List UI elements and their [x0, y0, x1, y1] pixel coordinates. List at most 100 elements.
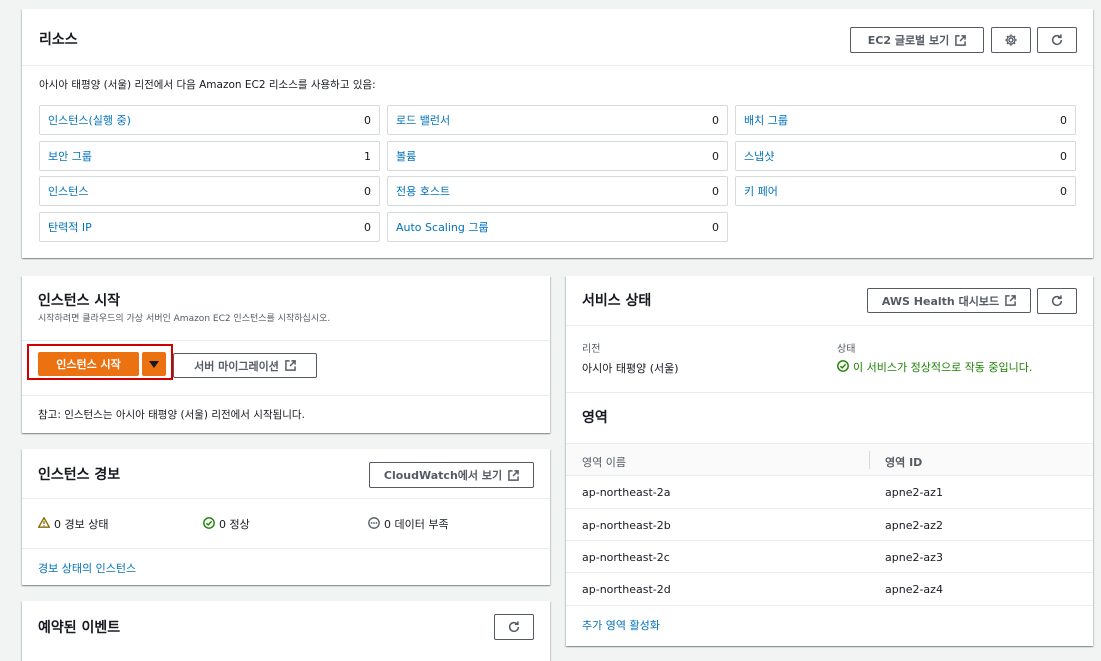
resource-count: 0: [1060, 113, 1067, 127]
resource-count: 1: [364, 149, 371, 163]
cloudwatch-view-label: CloudWatch에서 보기: [383, 469, 503, 482]
service-health-panel: 서비스 상태 AWS Health 대시보드 리전 아시아 태평양 (서울) 상…: [566, 276, 1093, 646]
resource-load-balancers[interactable]: 로드 밸런서 0: [387, 105, 728, 135]
external-link-icon: [955, 34, 967, 46]
refresh-health-button[interactable]: [1037, 288, 1077, 314]
zone-name-cell: ap-northeast-2a: [582, 486, 671, 499]
zone-name-header: 영역 이름: [582, 456, 626, 469]
zones-title: 영역: [582, 410, 608, 426]
resource-count: 0: [364, 184, 371, 198]
external-link-icon: [1005, 295, 1016, 306]
resource-count: 0: [364, 220, 371, 234]
enable-additional-zones-link[interactable]: 추가 영역 활성화: [582, 617, 660, 633]
warning-icon: [37, 516, 51, 531]
table-row: ap-northeast-2a apne2-az1: [566, 475, 1093, 508]
column-separator: [869, 451, 870, 469]
aws-health-dashboard-label: AWS Health 대시보드: [881, 294, 1000, 308]
resource-label[interactable]: 키 페어: [744, 183, 778, 199]
resource-label[interactable]: 스냅샷: [744, 148, 774, 164]
zones-table: 영역 이름 영역 ID ap-northeast-2a apne2-az1 ap…: [566, 443, 1093, 636]
resource-instances[interactable]: 인스턴스 0: [39, 176, 380, 206]
resource-label[interactable]: 인스턴스: [48, 183, 88, 199]
resource-key-pairs[interactable]: 키 페어 0: [735, 176, 1076, 206]
aws-health-dashboard-button[interactable]: AWS Health 대시보드: [867, 288, 1031, 313]
resource-running-instances[interactable]: 인스턴스(실행 중) 0: [39, 105, 380, 135]
server-migration-button[interactable]: 서버 마이그레이션: [173, 353, 317, 378]
resource-count: 0: [1060, 149, 1067, 163]
external-link-icon: [285, 360, 296, 371]
resource-label[interactable]: Auto Scaling 그룹: [396, 219, 489, 235]
refresh-resources-button[interactable]: [1037, 27, 1077, 53]
health-divider-top: [566, 325, 1093, 326]
service-health-title: 서비스 상태: [582, 293, 652, 309]
resources-divider: [22, 65, 1093, 66]
zone-name-cell: ap-northeast-2c: [582, 551, 670, 564]
resource-label[interactable]: 볼륨: [396, 148, 416, 164]
refresh-events-button[interactable]: [494, 614, 534, 640]
ok-state-label: 0 정상: [219, 518, 250, 531]
refresh-icon: [507, 620, 521, 634]
resources-panel: 리소스 EC2 글로벌 보기 아시아 태평양 (서울) 리전에서 다음 Amaz…: [22, 9, 1093, 258]
launch-divider-top: [22, 340, 550, 341]
resource-volumes[interactable]: 볼륨 0: [387, 141, 728, 171]
resource-label[interactable]: 인스턴스(실행 중): [48, 112, 131, 128]
resource-label[interactable]: 로드 밸런서: [396, 112, 450, 128]
zone-id-cell: apne2-az3: [885, 551, 943, 564]
refresh-icon: [1050, 33, 1064, 47]
zone-id-header: 영역 ID: [885, 456, 923, 469]
launch-divider-bottom: [22, 395, 550, 396]
health-divider-mid: [566, 392, 1093, 393]
check-circle-icon: [203, 516, 215, 532]
launch-instance-button[interactable]: 인스턴스 시작: [38, 352, 139, 376]
status-text: 이 서비스가 정상적으로 작동 중입니다.: [853, 361, 1033, 374]
refresh-icon: [1050, 294, 1064, 308]
resource-dedicated-hosts[interactable]: 전용 호스트 0: [387, 176, 728, 206]
events-title: 예약된 이벤트: [38, 620, 121, 636]
scheduled-events-panel: 예약된 이벤트: [22, 601, 550, 661]
resource-count: 0: [712, 149, 719, 163]
gear-icon: [1004, 33, 1018, 47]
launch-dropdown-button[interactable]: [142, 352, 166, 376]
resource-snapshots[interactable]: 스냅샷 0: [735, 141, 1076, 171]
ok-state-status: 0 정상: [203, 516, 250, 532]
zone-id-cell: apne2-az2: [885, 519, 943, 532]
resource-placement-groups[interactable]: 배치 그룹 0: [735, 105, 1076, 135]
table-row: ap-northeast-2d apne2-az4: [566, 572, 1093, 605]
alarms-divider-bottom: [22, 548, 550, 549]
insufficient-data-status: 0 데이터 부족: [368, 516, 449, 532]
caret-down-icon: [149, 360, 159, 368]
resource-label[interactable]: 탄력적 IP: [48, 219, 92, 235]
resource-count: 0: [1060, 184, 1067, 198]
ec2-global-view-label: EC2 글로벌 보기: [867, 34, 950, 47]
resource-label[interactable]: 전용 호스트: [396, 183, 450, 199]
ec2-global-view-button[interactable]: EC2 글로벌 보기: [850, 27, 984, 53]
resource-label[interactable]: 보안 그룹: [48, 148, 92, 164]
resource-label[interactable]: 배치 그룹: [744, 112, 788, 128]
status-value: 이 서비스가 정상적으로 작동 중입니다.: [837, 359, 1032, 375]
resource-auto-scaling-groups[interactable]: Auto Scaling 그룹 0: [387, 212, 728, 242]
launch-note: 참고: 인스턴스는 아시아 태평양 (서울) 리전에서 시작됩니다.: [38, 409, 305, 421]
resource-security-groups[interactable]: 보안 그룹 1: [39, 141, 380, 171]
launch-instance-label: 인스턴스 시작: [56, 358, 121, 371]
alarm-state-label: 0 경보 상태: [54, 518, 109, 531]
zone-id-cell: apne2-az1: [885, 486, 943, 499]
zones-table-header: 영역 이름 영역 ID: [566, 443, 1093, 476]
alarms-divider-top: [22, 498, 550, 499]
check-circle-icon: [837, 359, 849, 375]
cloudwatch-view-button[interactable]: CloudWatch에서 보기: [369, 462, 534, 488]
region-label: 리전: [582, 344, 601, 355]
server-migration-label: 서버 마이그레이션: [194, 359, 279, 373]
resource-count: 0: [364, 113, 371, 127]
resources-title: 리소스: [39, 32, 78, 48]
launch-subtitle: 시작하려면 클라우드의 가상 서버인 Amazon EC2 인스턴스를 시작하십…: [38, 314, 331, 324]
resource-elastic-ips[interactable]: 탄력적 IP 0: [39, 212, 380, 242]
insufficient-data-label: 0 데이터 부족: [384, 518, 449, 531]
settings-button[interactable]: [991, 27, 1031, 53]
instances-in-alarm-link[interactable]: 경보 상태의 인스턴스: [38, 560, 136, 576]
instance-alarms-panel: 인스턴스 경보 CloudWatch에서 보기 0 경보 상태 0 정상 0 데…: [22, 449, 550, 585]
zone-id-cell: apne2-az4: [885, 583, 943, 596]
more-circle-icon: [368, 516, 380, 532]
table-row: ap-northeast-2b apne2-az2: [566, 508, 1093, 541]
launch-title: 인스턴스 시작: [38, 293, 121, 309]
status-label: 상태: [837, 344, 856, 355]
